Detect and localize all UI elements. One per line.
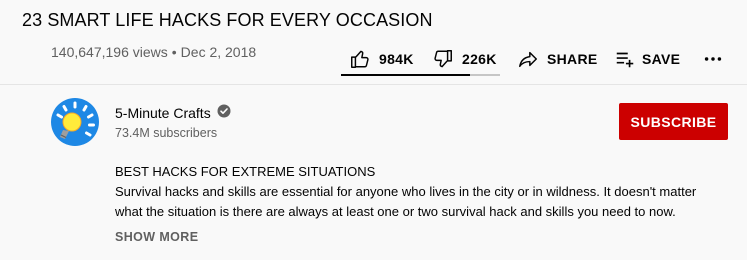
save-label: SAVE — [642, 51, 681, 67]
subscriber-count: 73.4M subscribers — [115, 126, 218, 140]
video-description: BEST HACKS FOR EXTREME SITUATIONS Surviv… — [115, 162, 715, 222]
save-button[interactable]: SAVE — [614, 42, 680, 76]
thumbs-down-icon — [432, 48, 454, 70]
channel-name-row[interactable]: 5-Minute Crafts — [115, 104, 231, 122]
view-count: 140,647,196 views — [51, 44, 168, 60]
lightbulb-logo-icon — [51, 98, 99, 150]
dislike-button[interactable]: 226K — [432, 42, 497, 76]
playlist-add-icon — [614, 48, 636, 70]
sentiment-bar-likes — [341, 74, 470, 76]
meta-separator: • — [171, 44, 177, 60]
sentiment-bar — [341, 74, 500, 76]
more-horizontal-icon — [702, 48, 724, 70]
video-title: 23 SMART LIFE HACKS FOR EVERY OCCASION — [22, 10, 433, 30]
share-arrow-icon — [517, 48, 539, 70]
description-heading: BEST HACKS FOR EXTREME SITUATIONS — [115, 164, 376, 179]
video-meta: 140,647,196 views • Dec 2, 2018 — [51, 43, 256, 61]
description-body: Survival hacks and skills are essential … — [115, 184, 697, 219]
more-actions-button[interactable] — [702, 42, 724, 76]
verified-check-icon — [217, 104, 231, 122]
upload-date: Dec 2, 2018 — [180, 44, 257, 60]
like-count: 984K — [379, 51, 414, 67]
channel-name[interactable]: 5-Minute Crafts — [115, 104, 211, 122]
share-button[interactable]: SHARE — [517, 42, 598, 76]
subscribe-button[interactable]: SUBSCRIBE — [619, 103, 728, 140]
dislike-count: 226K — [462, 51, 497, 67]
like-button[interactable]: 984K — [349, 42, 414, 76]
share-label: SHARE — [547, 51, 598, 67]
show-more-button[interactable]: SHOW MORE — [115, 230, 198, 244]
thumbs-up-icon — [349, 48, 371, 70]
channel-avatar[interactable] — [51, 98, 99, 146]
section-divider — [0, 84, 747, 85]
